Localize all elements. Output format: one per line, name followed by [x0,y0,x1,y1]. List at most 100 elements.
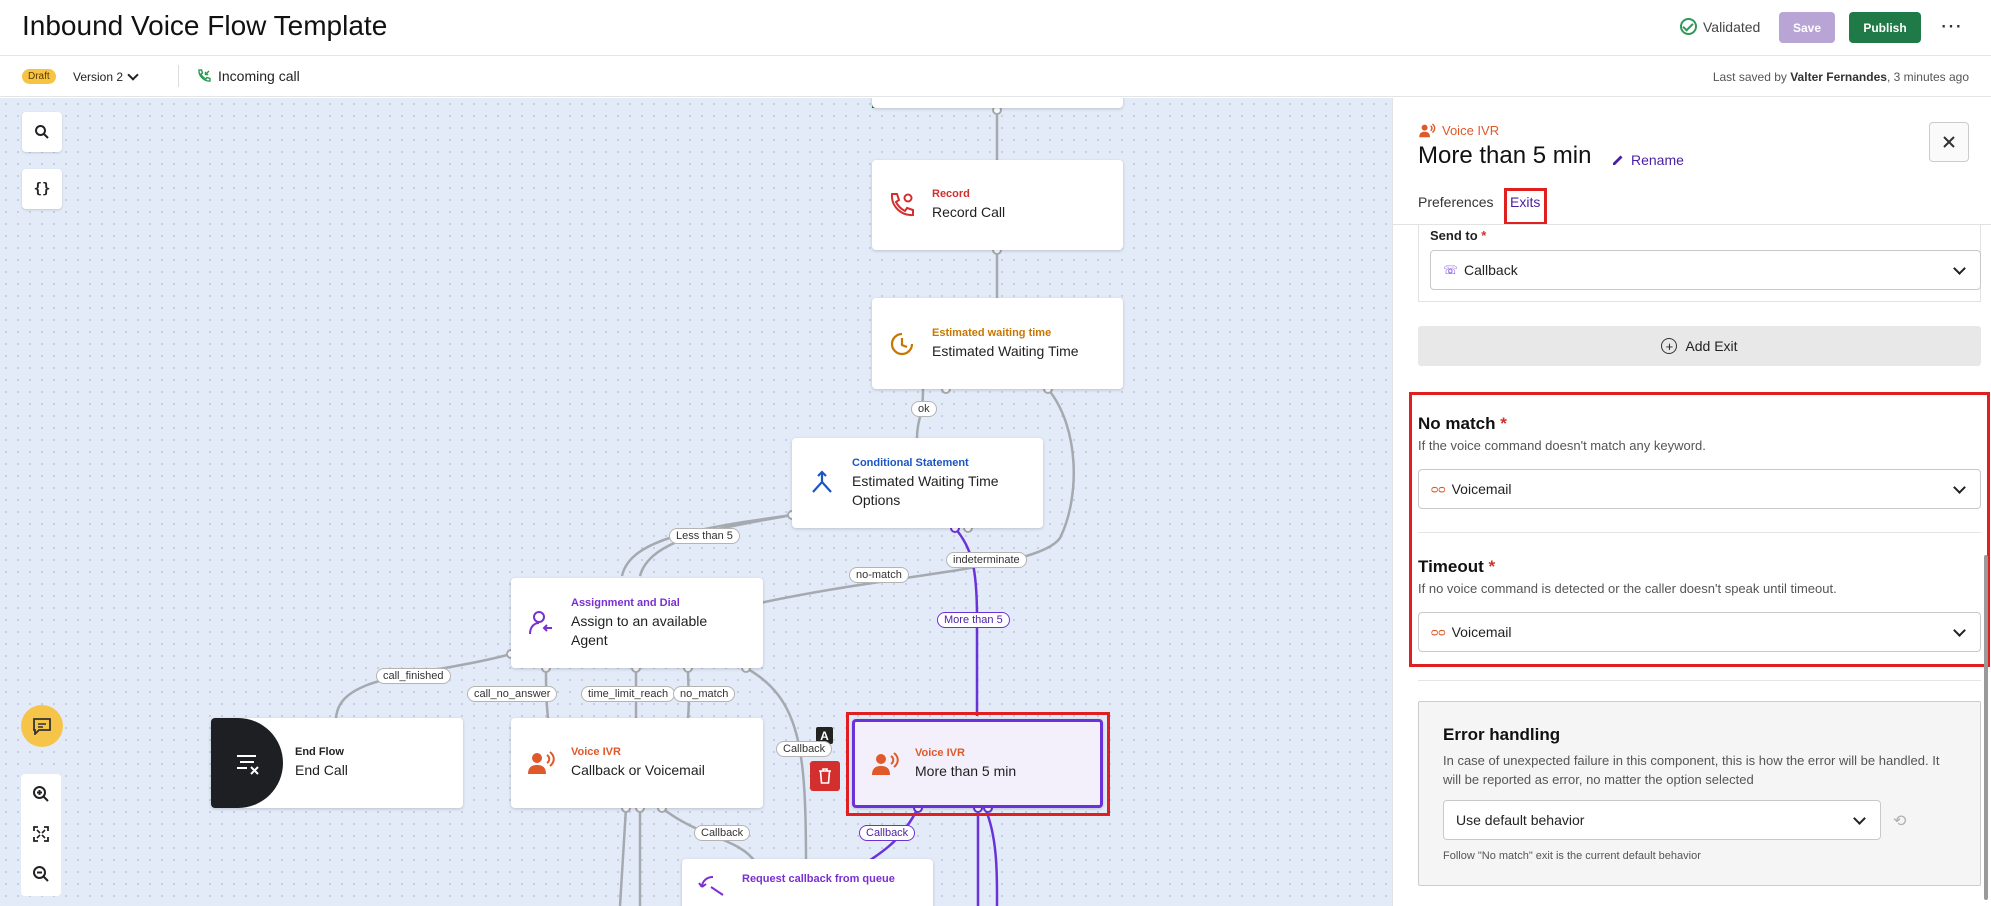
more-options-icon[interactable]: ⋯ [1940,13,1963,39]
validated-status: Validated [1680,18,1760,35]
zoom-out-icon [33,866,49,882]
check-circle-icon [1680,18,1697,35]
clock-icon [872,329,932,359]
panel-title: More than 5 min [1418,142,1592,169]
callback-request-icon [682,873,742,903]
edge-label: Callback [694,825,751,841]
properties-panel: Voice IVR More than 5 min Rename Prefere… [1392,98,1991,906]
fit-view-icon [33,826,49,842]
flow-node-end[interactable]: End Flow End Call [211,718,463,808]
node-label: End Call [295,762,348,778]
last-saved-user: Valter Fernandes [1790,70,1887,84]
node-label: Record Call [932,204,1006,220]
edge-label: time_limit_reach [581,686,676,702]
edge-label: Callback [859,825,916,841]
publish-button[interactable]: Publish [1849,12,1921,43]
node-label: Assign to an available Agent [571,612,708,648]
delete-node-button[interactable] [810,761,840,791]
edge-label: More than 5 [937,612,1010,628]
edge-label: Less than 5 [669,528,740,544]
rename-button[interactable]: Rename [1611,152,1684,168]
chevron-down-icon [127,69,139,81]
flow-title: Inbound Voice Flow Template [22,10,388,41]
panel-category-label: Voice IVR [1442,122,1500,138]
error-handling-select[interactable]: Use default behavior [1443,800,1881,840]
error-handling-value: Use default behavior [1456,812,1585,828]
flow-node-record[interactable]: Record Record Call [872,160,1123,250]
flow-node-conditional[interactable]: Conditional Statement Estimated Waiting … [792,438,1043,528]
save-button[interactable]: Save [1779,12,1835,43]
error-handling-title: Error handling [1443,725,1561,744]
callback-icon: ☏ [1443,263,1459,277]
chevron-down-icon [1953,262,1966,275]
incoming-call-icon [198,69,211,82]
flow-node-request-callback[interactable]: Request callback from queue [682,859,933,906]
zoom-out-button[interactable] [21,854,61,894]
node-category: Request callback from queue [742,873,895,885]
edge-label: no_match [673,686,736,702]
feedback-icon [33,718,51,735]
agent-assign-icon [511,608,571,638]
edge-label: no-match [849,567,909,583]
node-category: End Flow [295,746,344,758]
highlight-box [846,712,1110,816]
version-label: Version 2 [73,70,124,84]
trash-icon [819,768,831,784]
node-label: Estimated Waiting Time Options [852,472,999,508]
phone-record-icon [872,190,932,220]
search-icon [35,125,49,139]
close-icon [1943,136,1955,148]
node-label: Callback or Voicemail [571,762,705,778]
draft-badge: Draft [22,69,56,84]
reset-icon[interactable]: ⟲ [1893,811,1911,830]
sub-header: Draft Version 2 Incoming call Last saved… [0,57,1991,97]
highlight-box [1409,392,1990,667]
edge-label: Callback [776,741,833,757]
edge-label: call_no_answer [467,686,558,702]
send-to-value: Callback [1464,262,1518,278]
fit-view-button[interactable] [21,814,61,854]
node-category: Record [932,188,970,200]
node-category: Assignment and Dial [571,596,680,609]
add-exit-button[interactable]: + Add Exit [1418,326,1981,366]
voice-ivr-icon [511,748,571,778]
send-to-select[interactable]: ☏ Callback [1430,250,1981,290]
tab-preferences[interactable]: Preferences [1418,194,1493,210]
variables-button[interactable]: {} [22,169,62,209]
zoom-in-button[interactable] [21,774,61,814]
feedback-button[interactable] [21,705,63,747]
end-flow-icon [211,748,283,778]
flow-node-ivr-callback[interactable]: Voice IVR Callback or Voicemail [511,718,763,808]
voice-ivr-icon [1419,123,1436,138]
branch-icon [792,468,852,498]
flow-node-start[interactable] [872,98,1123,108]
node-category: Estimated waiting time [932,326,1052,339]
edge-label: ok [911,401,937,417]
panel-category: Voice IVR [1418,122,1499,138]
close-panel-button[interactable] [1929,122,1969,162]
trigger-info: Incoming call [196,68,300,84]
incoming-label: Incoming call [218,68,300,84]
search-canvas-button[interactable] [22,112,62,152]
zoom-controls [21,774,61,896]
pencil-icon [1613,155,1623,165]
last-saved-suffix: , 3 minutes ago [1886,70,1969,84]
flow-node-assignment[interactable]: Assignment and Dial Assign to an availab… [511,578,763,668]
error-handling-hint: Follow "No match" exit is the current de… [1443,850,1701,862]
zoom-in-icon [33,786,49,802]
error-handling-desc: In case of unexpected failure in this co… [1443,753,1940,787]
last-saved: Last saved by Valter Fernandes, 3 minute… [1713,70,1969,84]
panel-scrollbar[interactable] [1984,555,1988,900]
rename-label: Rename [1631,152,1684,168]
edge-label: call_finished [376,668,451,684]
divider [1418,680,1981,681]
divider [178,65,179,87]
flow-canvas[interactable]: Record Record Call Estimated waiting tim… [0,98,1392,906]
flow-node-estimated-waiting[interactable]: Estimated waiting time Estimated Waiting… [872,298,1123,389]
version-selector[interactable]: Version 2 [73,69,139,84]
last-saved-prefix: Last saved by [1712,70,1791,84]
chevron-down-icon [1853,812,1866,825]
node-category: Conditional Statement [852,456,969,469]
highlight-box [1504,188,1547,225]
validated-label: Validated [1703,18,1761,35]
